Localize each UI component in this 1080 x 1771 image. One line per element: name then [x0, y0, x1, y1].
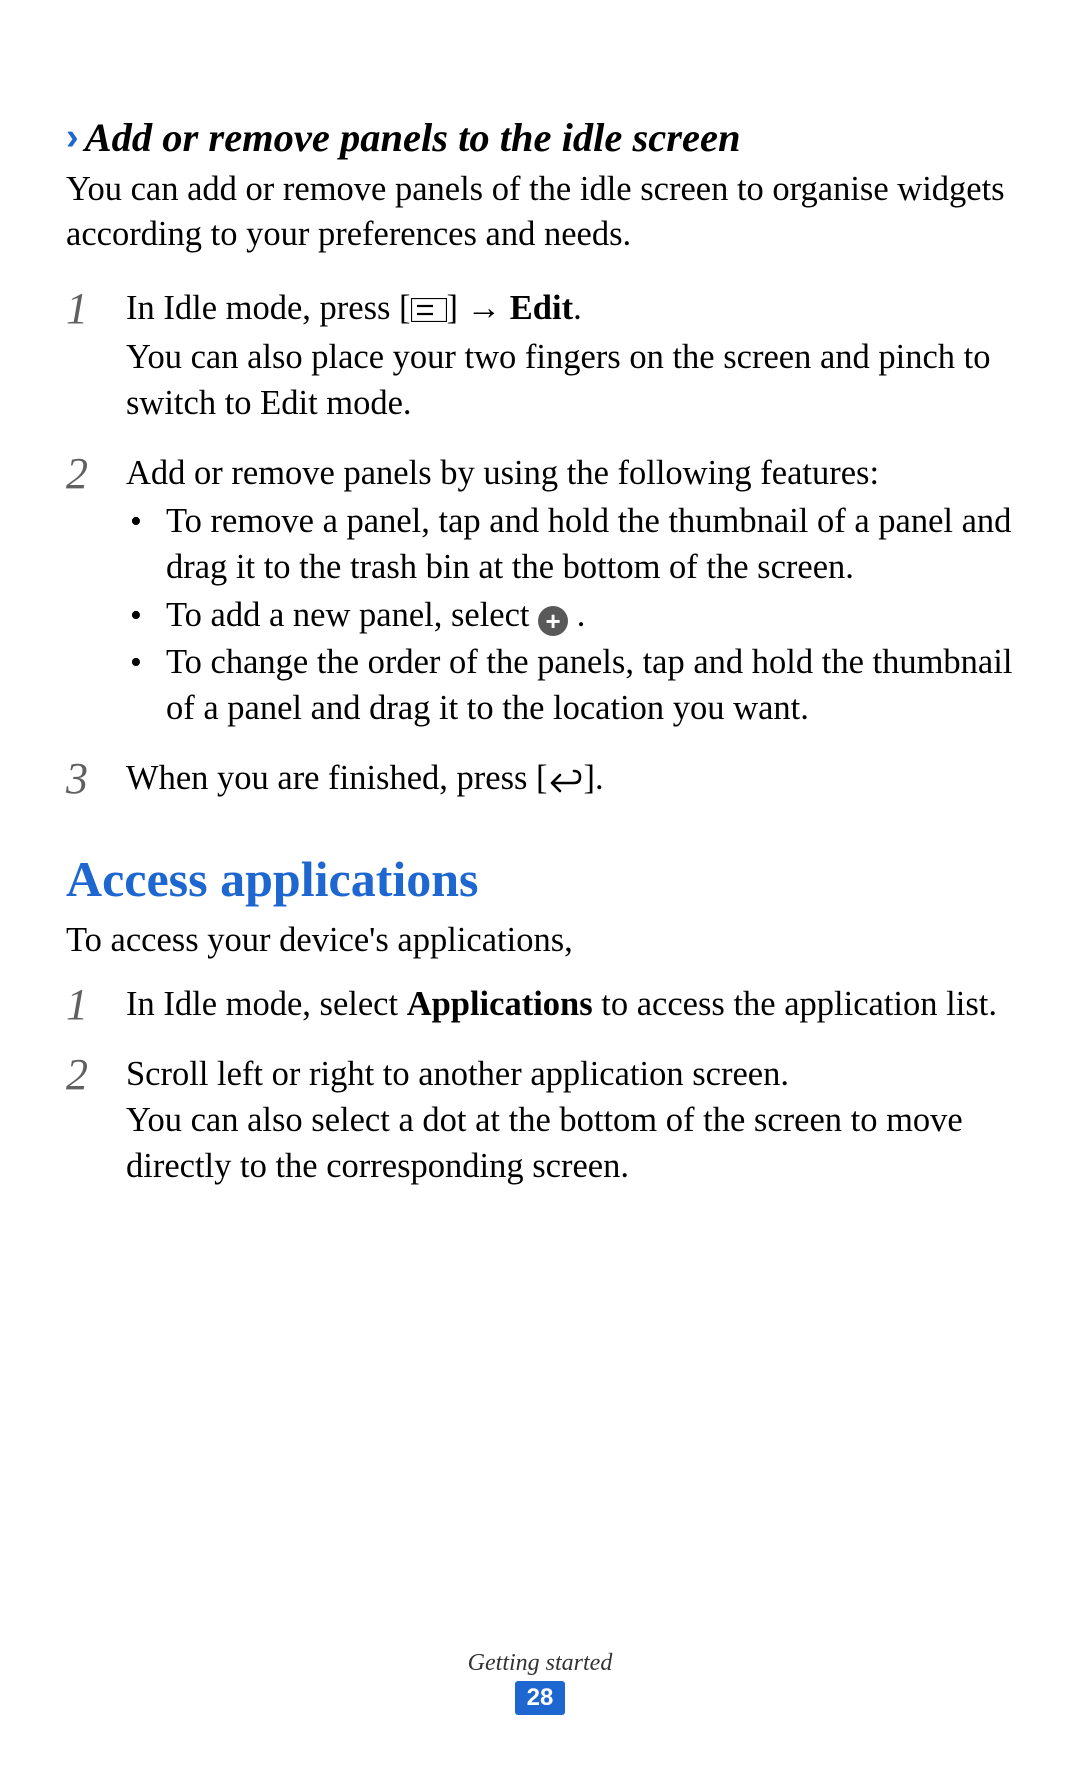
step-text: Scroll left or right to another applicat… [126, 1055, 789, 1093]
step-content: In Idle mode, press [ ] → Edit. You can a… [126, 286, 1014, 427]
step-text-pre: In Idle mode, press [ [126, 289, 411, 327]
step-text-post: to access the application list. [593, 985, 997, 1023]
step-number: 2 [66, 451, 126, 497]
page-number: 28 [515, 1681, 566, 1715]
step-text-mid: ] → [447, 289, 510, 327]
step-content: When you are finished, press []. [126, 756, 1014, 806]
plus-icon: + [538, 606, 568, 636]
step-sub: You can also select a dot at the bottom … [126, 1098, 1014, 1190]
step-1b: 1 In Idle mode, select Applications to a… [66, 982, 1014, 1028]
step-content: Add or remove panels by using the follow… [126, 451, 1014, 732]
step-number: 1 [66, 982, 126, 1028]
intro-text-2: To access your device's applications, [66, 918, 1014, 964]
step-text-bold: Edit [510, 289, 573, 327]
step-number: 3 [66, 756, 126, 802]
step-2: 2 Add or remove panels by using the foll… [66, 451, 1014, 732]
menu-icon [411, 289, 447, 335]
manual-page: › Add or remove panels to the idle scree… [0, 0, 1080, 1190]
major-heading-access: Access applications [66, 850, 1014, 908]
heading-text: Add or remove panels to the idle screen [85, 116, 741, 161]
step-text-pre: In Idle mode, select [126, 985, 407, 1023]
bullet-text-pre: To add a new panel, select [166, 596, 538, 634]
bullet-icon: • [126, 499, 166, 544]
list-item: • To change the order of the panels, tap… [126, 640, 1014, 732]
bullet-text: To add a new panel, select + . [166, 593, 1014, 639]
bullet-text: To change the order of the panels, tap a… [166, 640, 1014, 732]
chevron-icon: › [66, 117, 79, 159]
step-content: Scroll left or right to another applicat… [126, 1052, 1014, 1190]
step-number: 2 [66, 1052, 126, 1098]
step-sub: You can also place your two fingers on t… [126, 335, 1014, 427]
step-text-post: . [573, 289, 582, 327]
section-heading-panels: › Add or remove panels to the idle scree… [66, 116, 1014, 161]
bullet-text: To remove a panel, tap and hold the thum… [166, 499, 1014, 591]
step-text-pre: When you are finished, press [ [126, 759, 548, 797]
step-2b: 2 Scroll left or right to another applic… [66, 1052, 1014, 1190]
list-item: • To add a new panel, select + . [126, 593, 1014, 639]
step-text-bold: Applications [407, 985, 593, 1023]
intro-text: You can add or remove panels of the idle… [66, 167, 1014, 259]
step-3: 3 When you are finished, press []. [66, 756, 1014, 806]
footer-section: Getting started [0, 1650, 1080, 1677]
step-number: 1 [66, 286, 126, 332]
step-1: 1 In Idle mode, press [ ] → Edit. You can… [66, 286, 1014, 427]
bullet-list: • To remove a panel, tap and hold the th… [126, 499, 1014, 732]
step-text-post: ]. [584, 759, 604, 797]
bullet-icon: • [126, 593, 166, 638]
back-icon [548, 760, 584, 806]
bullet-icon: • [126, 640, 166, 685]
step-content: In Idle mode, select Applications to acc… [126, 982, 1014, 1028]
list-item: • To remove a panel, tap and hold the th… [126, 499, 1014, 591]
step-text: Add or remove panels by using the follow… [126, 454, 879, 492]
page-footer: Getting started 28 [0, 1650, 1080, 1715]
